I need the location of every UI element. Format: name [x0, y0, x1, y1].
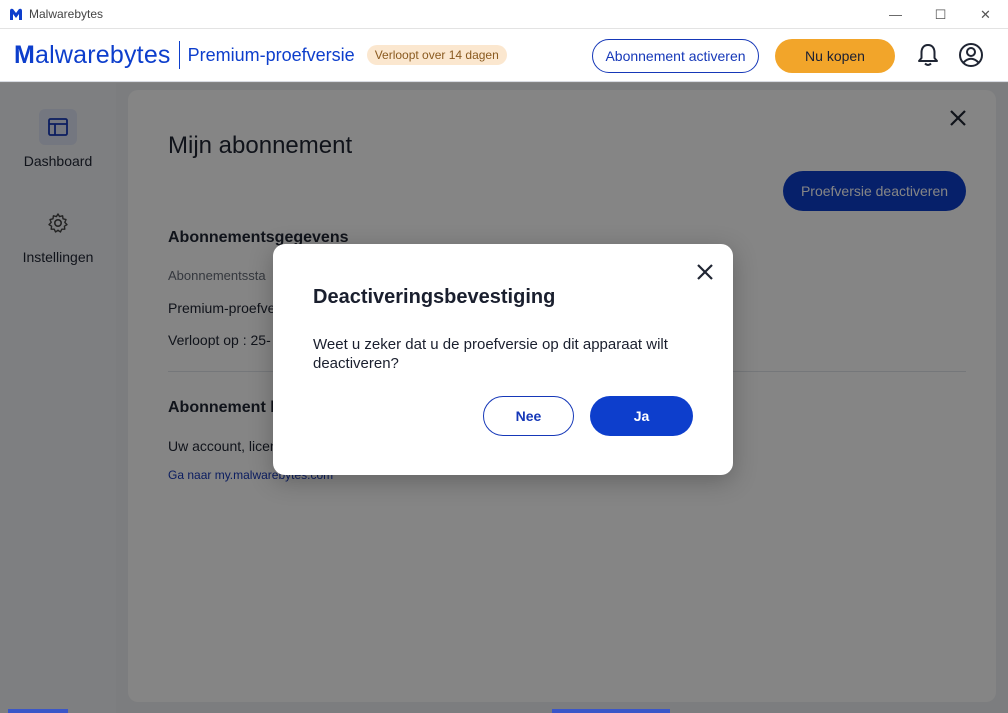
yes-button[interactable]: Ja	[590, 396, 693, 436]
logo-wordmark: Malwarebytes	[14, 40, 171, 69]
minimize-button[interactable]: —	[873, 0, 918, 29]
account-icon[interactable]	[957, 41, 985, 69]
window-title: Malwarebytes	[29, 7, 104, 21]
background-fragment	[552, 709, 670, 713]
dialog-message: Weet u zeker dat u de proefversie op dit…	[313, 336, 668, 372]
brand-logo: Malwarebytes	[14, 41, 171, 70]
plan-name: Premium-proefversie	[187, 44, 355, 65]
maximize-button[interactable]: ☐	[918, 0, 963, 29]
trial-badge: Verloopt over 14 dagen	[366, 45, 507, 65]
activate-subscription-button[interactable]: Abonnement activeren	[592, 39, 759, 73]
no-button[interactable]: Nee	[483, 396, 574, 436]
malwarebytes-logo-icon	[10, 8, 22, 20]
header-divider	[178, 41, 180, 69]
app-header: Malwarebytes Premium-proefversie Verloop…	[0, 29, 1008, 82]
buy-now-button[interactable]: Nu kopen	[775, 39, 895, 73]
deactivation-dialog: Deactiveringsbevestiging Weet u zeker da…	[273, 244, 733, 475]
bell-icon[interactable]	[914, 41, 942, 69]
dialog-title: Deactiveringsbevestiging	[313, 286, 556, 308]
close-icon[interactable]	[694, 261, 716, 283]
background-fragment	[8, 709, 68, 713]
window-titlebar: Malwarebytes — ☐ ✕	[0, 0, 1008, 29]
window-controls: — ☐ ✕	[873, 0, 1008, 29]
window-close-button[interactable]: ✕	[963, 0, 1008, 29]
